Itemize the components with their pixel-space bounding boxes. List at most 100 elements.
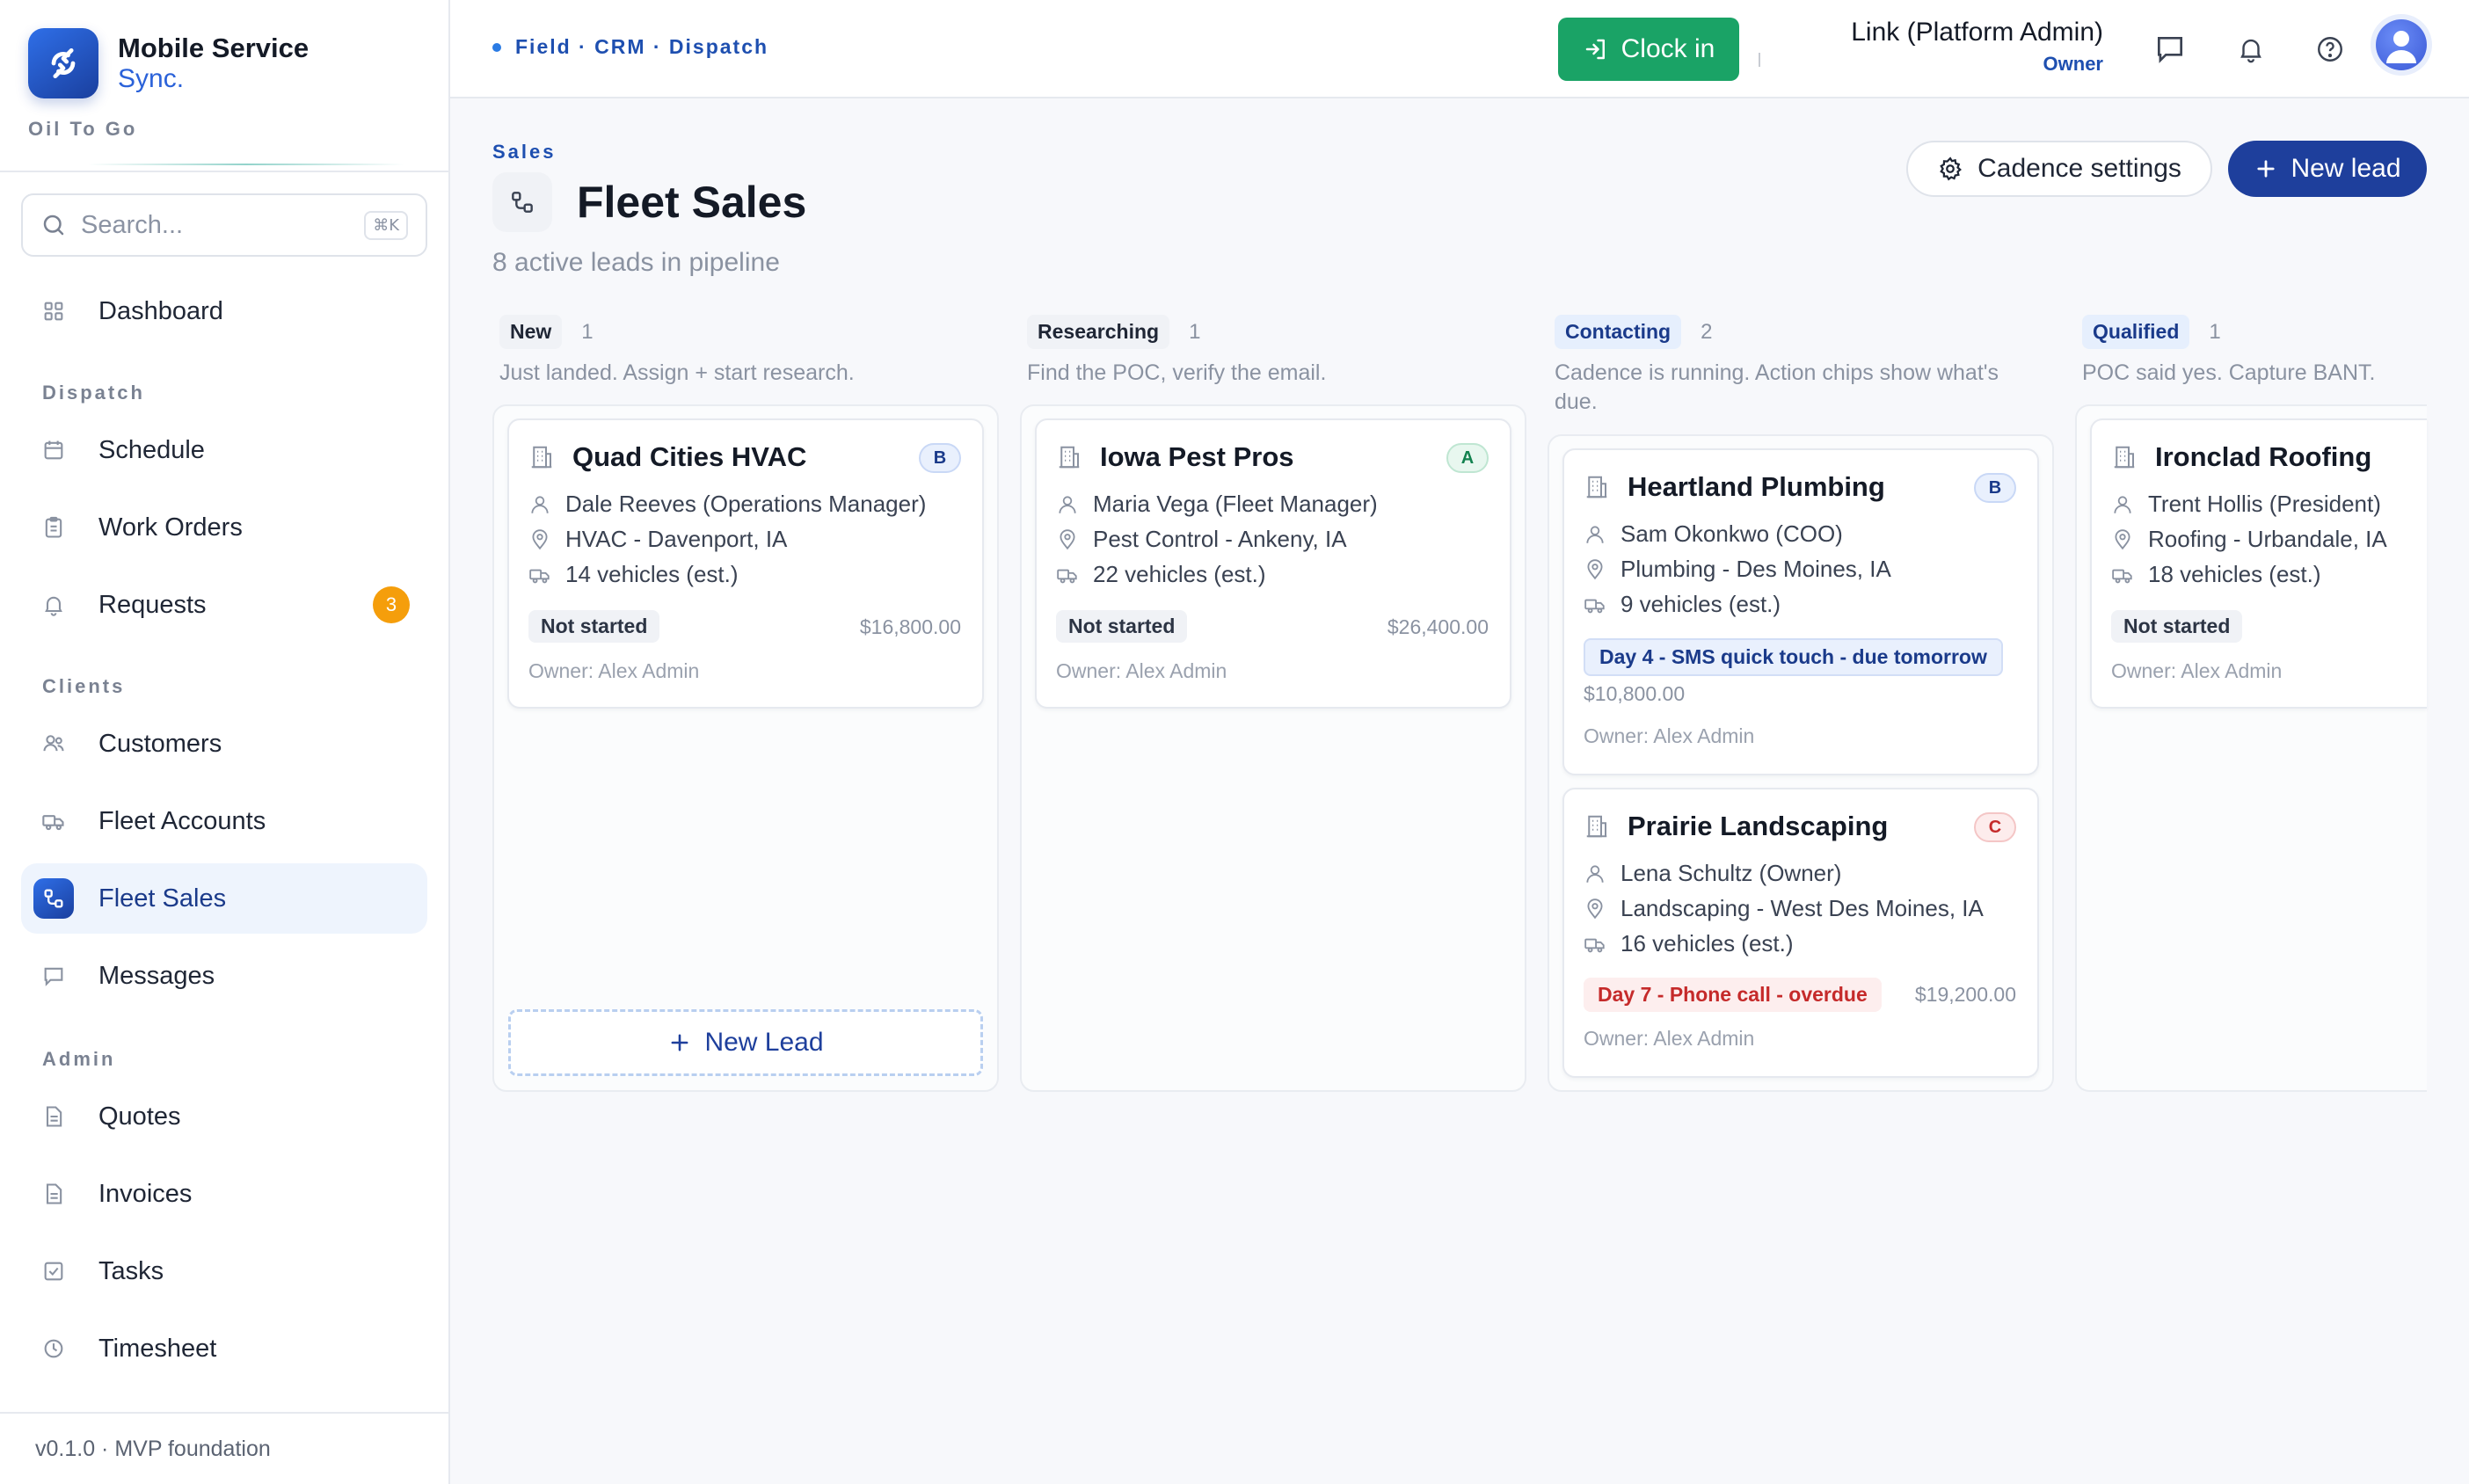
clock-icon	[33, 1328, 74, 1369]
help-icon[interactable]	[2311, 30, 2349, 69]
vehicle-count: 18 vehicles (est.)	[2148, 561, 2321, 587]
sidebar-item-label: Messages	[98, 961, 215, 990]
grade-badge: A	[1446, 443, 1489, 473]
sidebar-item-fleet-sales[interactable]: Fleet Sales	[21, 863, 427, 934]
column-header-qualified: Qualified 1	[2082, 315, 2221, 349]
sidebar-item-customers[interactable]: Customers	[21, 709, 427, 779]
deal-amount: $26,400.00	[1387, 615, 1489, 638]
vehicles-row: 18 vehicles (est.)	[2111, 561, 2321, 588]
sidebar-item-label: Tasks	[98, 1256, 164, 1285]
cadence-action-chip[interactable]: Day 7 - Phone call - overdue	[1584, 978, 1882, 1012]
page-title-row: Fleet Sales	[492, 172, 806, 232]
lead-card[interactable]: Quad Cities HVAC B Dale Reeves (Operatio…	[507, 418, 984, 709]
sidebar-item-quotes[interactable]: Quotes	[21, 1081, 427, 1152]
user-info[interactable]: Link (Platform Admin) Owner	[1851, 18, 2103, 76]
truck-icon	[528, 564, 551, 586]
new-lead-label: New lead	[2291, 154, 2401, 183]
status-dot	[492, 42, 501, 52]
location-row: Pest Control - Ankeny, IA	[1056, 526, 1347, 553]
sidebar-item-schedule[interactable]: Schedule	[21, 415, 427, 485]
cadence-action-chip[interactable]: Day 4 - SMS quick touch - due tomorrow	[1584, 638, 2003, 676]
new-lead-button[interactable]: New lead	[2228, 141, 2427, 197]
sidebar-item-tasks[interactable]: Tasks	[21, 1236, 427, 1306]
company-name: Iowa Pest Pros	[1100, 441, 1294, 472]
sidebar-item-fleet-accounts[interactable]: Fleet Accounts	[21, 786, 427, 856]
cadence-settings-button[interactable]: Cadence settings	[1906, 141, 2212, 197]
location-text: Pest Control - Ankeny, IA	[1093, 526, 1347, 552]
stage-pill: Contacting	[1555, 315, 1682, 349]
user-icon	[1056, 493, 1079, 516]
bell-icon	[33, 585, 74, 625]
vehicles-row: 16 vehicles (est.)	[1584, 930, 1794, 957]
contact-row: Maria Vega (Fleet Manager)	[1056, 491, 1378, 518]
sidebar-item-dashboard[interactable]: Dashboard	[21, 276, 427, 346]
sidebar-item-work-orders[interactable]: Work Orders	[21, 492, 427, 563]
sidebar-item-timesheet[interactable]: Timesheet	[21, 1313, 427, 1384]
clock-in-button[interactable]: Clock in	[1558, 18, 1739, 81]
vehicle-count: 16 vehicles (est.)	[1621, 930, 1794, 957]
lead-card[interactable]: Iowa Pest Pros A Maria Vega (Fleet Manag…	[1035, 418, 1511, 709]
vehicle-count: 22 vehicles (est.)	[1093, 561, 1266, 587]
contact-name: Dale Reeves (Operations Manager)	[565, 491, 927, 517]
location-row: Roofing - Urbandale, IA	[2111, 526, 2387, 553]
column-description: Find the POC, verify the email.	[1027, 360, 1327, 385]
contact-name: Maria Vega (Fleet Manager)	[1093, 491, 1378, 517]
breadcrumb-text: Field · CRM · Dispatch	[515, 35, 769, 58]
sidebar-item-label: Quotes	[98, 1102, 181, 1131]
lead-card[interactable]: Ironclad Roofing Trent Hollis (President…	[2090, 418, 2427, 709]
section-dispatch: Dispatch	[42, 382, 145, 404]
building-icon	[528, 444, 555, 470]
search-shortcut: ⌘K	[364, 210, 408, 240]
user-icon	[2111, 493, 2134, 516]
lead-card[interactable]: Prairie Landscaping C Lena Schultz (Owne…	[1562, 788, 2039, 1078]
lead-card[interactable]: Heartland Plumbing B Sam Okonkwo (COO) P…	[1562, 448, 2039, 775]
column-header-new: New 1	[499, 315, 594, 349]
cadence-settings-label: Cadence settings	[1977, 154, 2181, 183]
sidebar-item-label: Schedule	[98, 435, 205, 464]
building-icon	[1056, 444, 1082, 470]
stage-pill: New	[499, 315, 563, 349]
search-placeholder: Search...	[81, 210, 184, 239]
pipeline-icon	[492, 172, 552, 232]
avatar[interactable]	[2376, 19, 2427, 70]
sidebar-item-label: Fleet Accounts	[98, 806, 266, 835]
page-subtitle: 8 active leads in pipeline	[492, 248, 780, 277]
location-row: Plumbing - Des Moines, IA	[1584, 556, 1891, 583]
contact-row: Lena Schultz (Owner)	[1584, 860, 1841, 887]
column-description: POC said yes. Capture BANT.	[2082, 360, 2376, 385]
section-clients: Clients	[42, 675, 126, 697]
user-icon	[1584, 862, 1606, 885]
sidebar-item-label: Requests	[98, 590, 207, 619]
company-name: Prairie Landscaping	[1628, 811, 1889, 841]
user-icon	[528, 493, 551, 516]
contact-name: Lena Schultz (Owner)	[1621, 860, 1842, 886]
add-lead-label: New Lead	[704, 1028, 824, 1057]
deal-amount: $16,800.00	[859, 615, 961, 638]
add-lead-button[interactable]: New Lead	[508, 1009, 983, 1076]
truck-icon	[2111, 564, 2134, 586]
sidebar-item-messages[interactable]: Messages	[21, 941, 427, 1011]
section-admin: Admin	[42, 1048, 116, 1070]
chat-icon[interactable]	[2151, 30, 2189, 69]
vehicles-row: 22 vehicles (est.)	[1056, 561, 1266, 588]
plus-icon	[2254, 156, 2278, 181]
bell-icon[interactable]	[2232, 30, 2270, 69]
clipboard-icon	[33, 507, 74, 548]
pin-icon	[2111, 528, 2134, 551]
page-eyebrow: Sales	[492, 141, 557, 163]
contact-name: Sam Okonkwo (COO)	[1621, 520, 1843, 547]
column-header-researching: Researching 1	[1027, 315, 1200, 349]
status-badge: Not started	[1056, 610, 1188, 643]
user-icon	[1584, 523, 1606, 546]
grade-badge: B	[1974, 473, 2016, 503]
deal-amount: $19,200.00	[1914, 983, 2016, 1006]
sidebar-item-requests[interactable]: Requests 3	[21, 570, 427, 640]
brand[interactable]: Mobile Service Sync.	[28, 28, 309, 98]
sidebar-item-invoices[interactable]: Invoices	[21, 1159, 427, 1229]
pipeline-icon	[33, 878, 74, 919]
grade-badge: B	[919, 443, 961, 473]
search-input[interactable]: Search... ⌘K	[21, 193, 427, 257]
sidebar-item-label: Dashboard	[98, 296, 223, 325]
owner-text: Owner: Alex Admin	[1056, 659, 1227, 682]
stage-count: 2	[1701, 319, 1713, 344]
